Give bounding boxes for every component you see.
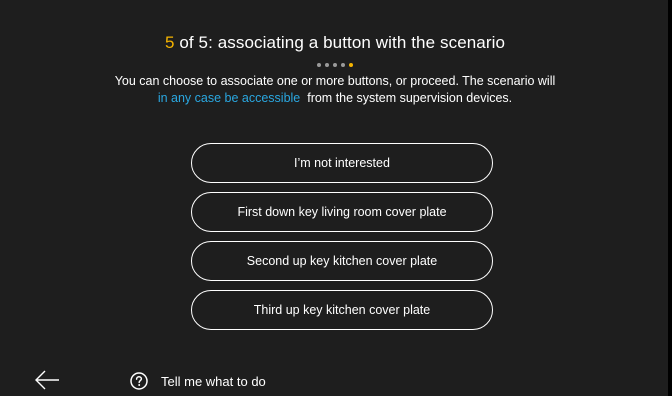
step-current-number: 5 — [164, 33, 175, 52]
progress-dots — [0, 63, 670, 67]
option-label: First down key living room cover plate — [237, 205, 447, 219]
step-title-text: of 5: associating a button with the scen… — [174, 33, 506, 52]
progress-dot-active — [349, 63, 353, 67]
progress-dot — [333, 63, 337, 67]
option-label: Second up key kitchen cover plate — [246, 254, 438, 268]
progress-dot — [341, 63, 345, 67]
progress-dot — [317, 63, 321, 67]
description-line-1: You can choose to associate one or more … — [114, 74, 556, 88]
question-circle-icon — [130, 372, 148, 390]
progress-dot — [325, 63, 329, 67]
help-button[interactable]: Tell me what to do — [130, 372, 266, 390]
option-third-up-key-kitchen-button[interactable]: Third up key kitchen cover plate — [191, 290, 493, 330]
option-second-up-key-kitchen-button[interactable]: Second up key kitchen cover plate — [191, 241, 493, 281]
screen-edge — [668, 0, 670, 396]
option-not-interested-button[interactable]: I’m not interested — [191, 143, 493, 183]
accessible-info-link[interactable]: in any case be accessible — [158, 91, 300, 105]
wizard-screen: 5 of 5: associating a button with the sc… — [0, 0, 670, 396]
option-first-down-key-living-room-button[interactable]: First down key living room cover plate — [191, 192, 493, 232]
option-label: Third up key kitchen cover plate — [253, 303, 431, 317]
back-button[interactable] — [34, 369, 60, 391]
option-label: I’m not interested — [294, 156, 390, 170]
description-text: You can choose to associate one or more … — [0, 73, 670, 107]
help-label: Tell me what to do — [161, 373, 266, 389]
button-options-list: I’m not interested First down key living… — [191, 143, 493, 339]
page-title: 5 of 5: associating a button with the sc… — [0, 33, 670, 53]
description-line-2: in any case be accessible from the syste… — [0, 90, 670, 107]
arrow-left-icon — [35, 370, 59, 390]
description-line-2-rest: from the system supervision devices. — [307, 91, 513, 105]
